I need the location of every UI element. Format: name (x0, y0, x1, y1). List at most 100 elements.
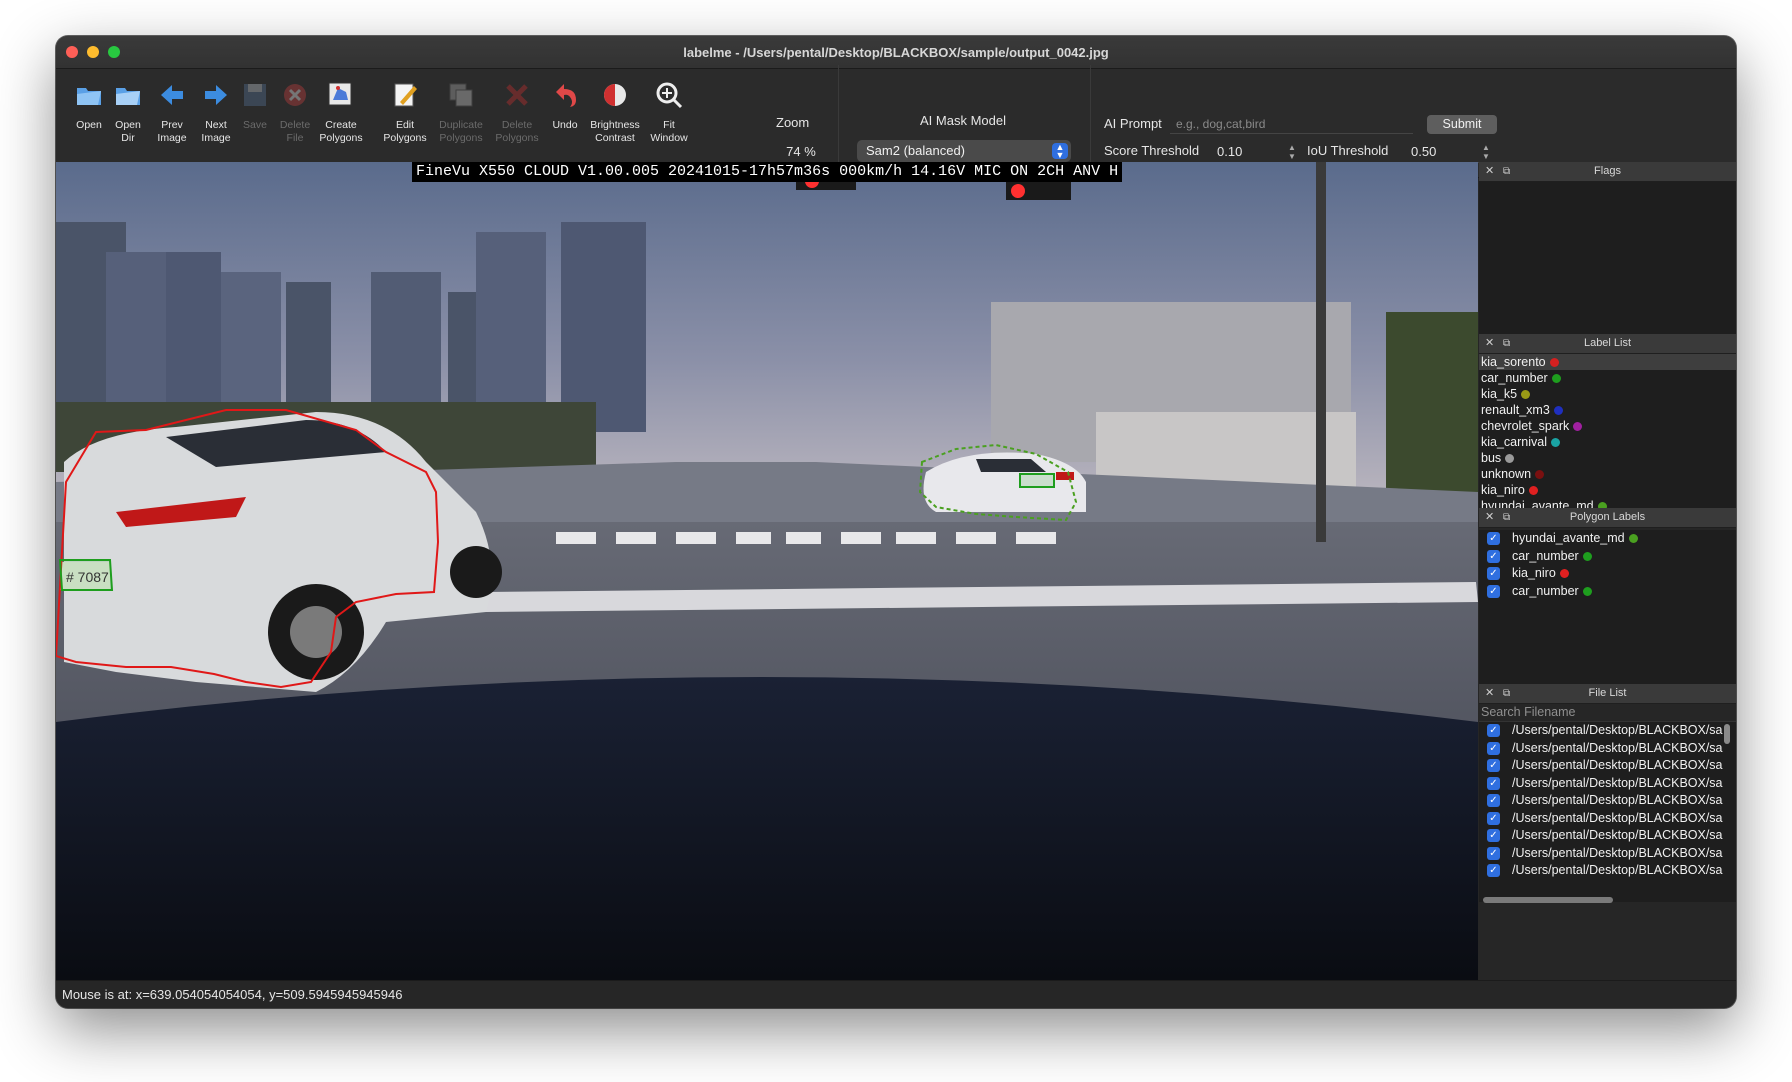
polygon-label-item[interactable]: ✓ car_number (1479, 548, 1736, 566)
flags-title: Flags (1594, 165, 1621, 177)
label-color-dot (1549, 358, 1559, 368)
float-dock-icon[interactable]: ⧉ (1503, 162, 1510, 181)
label-list-item-text: kia_niro (1481, 483, 1525, 497)
fit-window-button[interactable]: Fit Window (640, 73, 698, 165)
label-color-dot (1528, 486, 1538, 496)
window-controls (66, 46, 120, 58)
ai-mask-model-select[interactable]: Sam2 (balanced) ▲ ▼ (857, 140, 1071, 162)
delete-file-icon (275, 75, 315, 115)
label-list-item[interactable]: kia_sorento (1479, 354, 1736, 370)
brightness-contrast-label: Brightness Contrast (590, 119, 640, 144)
close-window-button[interactable] (66, 46, 78, 58)
checkbox[interactable]: ✓ (1487, 549, 1500, 563)
ai-prompt-input[interactable]: e.g., dog,cat,bird (1170, 114, 1413, 134)
float-dock-icon[interactable]: ⧉ (1503, 508, 1510, 527)
checkbox[interactable]: ✓ (1487, 532, 1500, 546)
score-threshold-label: Score Threshold (1104, 143, 1200, 158)
label-list-item-text: chevrolet_spark (1481, 419, 1570, 433)
checkbox[interactable]: ✓ (1487, 759, 1500, 773)
label-list-item[interactable]: car_number (1479, 370, 1736, 386)
polygon-labels-dock-header: ✕ ⧉ Polygon Labels (1479, 508, 1736, 528)
file-path-text: /Users/pental/Desktop/BLACKBOX/sa (1512, 723, 1723, 737)
label-list-item[interactable]: bus (1479, 450, 1736, 466)
flags-list[interactable] (1479, 182, 1736, 334)
file-list-item[interactable]: ✓ /Users/pental/Desktop/BLACKBOX/sa (1479, 740, 1736, 758)
search-filename-input[interactable]: Search Filename (1479, 704, 1736, 722)
checkbox[interactable]: ✓ (1487, 567, 1500, 581)
submit-button[interactable]: Submit (1427, 115, 1497, 134)
score-threshold-stepper[interactable]: ▲ ▼ (1287, 143, 1297, 161)
file-path-text: /Users/pental/Desktop/BLACKBOX/sa (1512, 863, 1723, 877)
label-list-item[interactable]: kia_k5 (1479, 386, 1736, 402)
status-bar: Mouse is at: x=639.054054054054, y=509.5… (56, 980, 1736, 1008)
app-window: labelme - /Users/pental/Desktop/BLACKBOX… (56, 36, 1736, 1008)
edit-polygons-label: Edit Polygons (383, 119, 427, 144)
iou-threshold-input[interactable]: 0.50 (1405, 141, 1487, 163)
polygon-label-text: hyundai_avante_md (1512, 531, 1625, 545)
file-list-item[interactable]: ✓ /Users/pental/Desktop/BLACKBOX/sa (1479, 862, 1736, 880)
file-list-vertical-scrollbar[interactable] (1724, 724, 1730, 744)
file-list-item[interactable]: ✓ /Users/pental/Desktop/BLACKBOX/sa (1479, 810, 1736, 828)
edit-polygons-button[interactable]: Edit Polygons (376, 73, 434, 165)
close-dock-icon[interactable]: ✕ (1485, 508, 1494, 527)
duplicate-polygons-button[interactable]: Duplicate Polygons (432, 73, 490, 165)
label-list-item[interactable]: unknown (1479, 466, 1736, 482)
label-list[interactable]: kia_sorento car_number kia_k5 renault_xm3 ch… (1479, 354, 1736, 513)
checkbox[interactable]: ✓ (1487, 811, 1500, 825)
minimize-window-button[interactable] (87, 46, 99, 58)
file-list-item[interactable]: ✓ /Users/pental/Desktop/BLACKBOX/sa (1479, 757, 1736, 775)
checkbox[interactable]: ✓ (1487, 846, 1500, 860)
dashboard (56, 677, 1478, 980)
checkbox[interactable]: ✓ (1487, 584, 1500, 598)
crosswalk (556, 532, 1056, 544)
file-list-horizontal-scrollbar[interactable] (1483, 897, 1613, 903)
file-list[interactable]: ✓ /Users/pental/Desktop/BLACKBOX/sa ✓ /User… (1479, 722, 1736, 902)
label-color-dot (1535, 470, 1545, 480)
checkbox[interactable]: ✓ (1487, 724, 1500, 738)
polygon-label-item[interactable]: ✓ kia_niro (1479, 565, 1736, 583)
label-list-item[interactable]: renault_xm3 (1479, 402, 1736, 418)
fit-window-icon (649, 75, 689, 115)
file-list-item[interactable]: ✓ /Users/pental/Desktop/BLACKBOX/sa (1479, 722, 1736, 740)
delete-polygons-icon (497, 75, 537, 115)
maximize-window-button[interactable] (108, 46, 120, 58)
label-list-item[interactable]: kia_niro (1479, 482, 1736, 498)
close-dock-icon[interactable]: ✕ (1485, 162, 1494, 181)
checkbox[interactable]: ✓ (1487, 794, 1500, 808)
checkbox[interactable]: ✓ (1487, 776, 1500, 790)
close-dock-icon[interactable]: ✕ (1485, 334, 1494, 353)
checkbox[interactable]: ✓ (1487, 829, 1500, 843)
file-list-item[interactable]: ✓ /Users/pental/Desktop/BLACKBOX/sa (1479, 792, 1736, 810)
duplicate-polygons-icon (441, 75, 481, 115)
polygon-labels-list[interactable]: ✓ hyundai_avante_md ✓ car_number ✓ kia_niro ✓ c… (1479, 530, 1736, 686)
polygon-car-number[interactable] (1019, 473, 1055, 488)
file-list-item[interactable]: ✓ /Users/pental/Desktop/BLACKBOX/sa (1479, 775, 1736, 793)
float-dock-icon[interactable]: ⧉ (1503, 334, 1510, 353)
file-list-item[interactable]: ✓ /Users/pental/Desktop/BLACKBOX/sa (1479, 827, 1736, 845)
open-dir-label: Open Dir (115, 119, 141, 144)
label-color-dot (1582, 551, 1592, 561)
image-canvas[interactable]: # 7087 FineVu X550 CLOUD V1.00.005 20241… (56, 162, 1478, 980)
label-list-item[interactable]: chevrolet_spark (1479, 418, 1736, 434)
label-list-item-text: kia_k5 (1481, 387, 1518, 401)
score-threshold-input[interactable]: 0.10 (1211, 141, 1293, 163)
polygon-labels-dock: ✕ ⧉ Polygon Labels ✓ hyundai_avante_md ✓ ca… (1479, 508, 1736, 686)
brightness-contrast-button[interactable]: Brightness Contrast (586, 73, 644, 165)
create-polygons-button[interactable]: Create Polygons (312, 73, 370, 165)
file-path-text: /Users/pental/Desktop/BLACKBOX/sa (1512, 810, 1723, 825)
checkbox[interactable]: ✓ (1487, 741, 1500, 755)
file-list-item[interactable]: ✓ /Users/pental/Desktop/BLACKBOX/sa (1479, 845, 1736, 863)
label-list-item[interactable]: kia_carnival (1479, 434, 1736, 450)
save-label: Save (243, 119, 267, 131)
float-dock-icon[interactable]: ⧉ (1503, 684, 1510, 703)
zoom-input[interactable]: 74 % (770, 141, 832, 164)
label-list-item-text: unknown (1481, 467, 1532, 481)
window-title: labelme - /Users/pental/Desktop/BLACKBOX… (683, 44, 1109, 60)
iou-threshold-stepper[interactable]: ▲ ▼ (1481, 143, 1491, 161)
label-color-dot (1505, 454, 1515, 464)
fit-window-label: Fit Window (650, 119, 688, 144)
polygon-label-item[interactable]: ✓ car_number (1479, 583, 1736, 601)
checkbox[interactable]: ✓ (1487, 864, 1500, 878)
close-dock-icon[interactable]: ✕ (1485, 684, 1494, 703)
polygon-label-item[interactable]: ✓ hyundai_avante_md (1479, 530, 1736, 548)
